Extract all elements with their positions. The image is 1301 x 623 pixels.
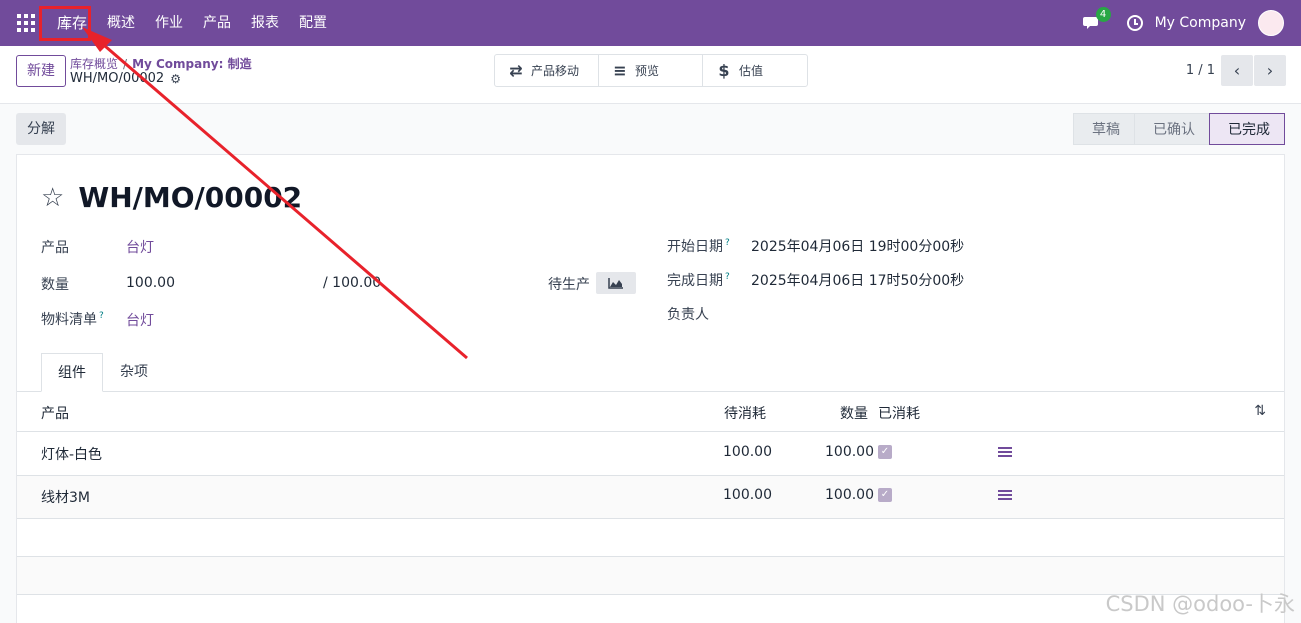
end-date-value[interactable]: 2025年04月06日 17时50分00秒 (751, 270, 964, 290)
consumed-checkbox[interactable]: ✓ (878, 445, 892, 459)
record-name: WH/MO/00002 ⚙ (70, 71, 181, 86)
optional-columns-icon[interactable]: ⇅ (1254, 403, 1266, 419)
start-date-label-row: 开始日期? (667, 236, 730, 256)
pager-previous-icon[interactable]: ‹ (1221, 55, 1253, 86)
column-to-consume[interactable]: 待消耗 (724, 403, 766, 423)
responsible-label: 负责人 (667, 307, 709, 323)
menu-operations[interactable]: 作业 (145, 0, 193, 46)
end-date-label-row: 完成日期? (667, 270, 730, 290)
new-button[interactable]: 新建 (16, 55, 66, 87)
product-moves-label: 产品移动 (531, 64, 580, 78)
quantity-label: 数量 (41, 277, 69, 293)
start-date-value[interactable]: 2025年04月06日 19时00分00秒 (751, 236, 964, 256)
row-to-consume: 100.00 (723, 444, 772, 460)
main-menu: 库存 概述 作业 产品 报表 配置 (47, 0, 337, 46)
user-avatar[interactable] (1258, 10, 1284, 36)
pending-label: 待生产 (548, 277, 590, 293)
navbar-systray: 4 My Company (1082, 7, 1284, 36)
exchange-icon: ⇄ (509, 61, 523, 80)
watermark: CSDN @odoo-卜永 (1105, 592, 1295, 616)
clock-icon[interactable] (1126, 15, 1143, 31)
area-chart-icon (608, 278, 623, 289)
end-date-label: 完成日期 (667, 273, 723, 289)
empty-row (17, 557, 1284, 595)
page-title: WH/MO/00002 (78, 181, 303, 214)
column-quantity[interactable]: 数量 (840, 403, 868, 423)
column-product[interactable]: 产品 (41, 403, 69, 423)
menu-overview[interactable]: 概述 (97, 0, 145, 46)
valuation-button[interactable]: $ 估值 (703, 55, 807, 86)
smart-buttons: ⇄ 产品移动 ≡ 预览 $ 估值 (494, 54, 808, 87)
row-quantity: 100.00 (825, 444, 874, 460)
company-switcher[interactable]: My Company (1155, 15, 1246, 31)
tab-miscellaneous[interactable]: 杂项 (105, 353, 163, 392)
row-product: 灯体-白色 (41, 447, 103, 463)
product-label: 产品 (41, 240, 69, 256)
empty-row (17, 519, 1284, 557)
dollar-icon: $ (718, 61, 730, 80)
consumed-checkbox[interactable]: ✓ (878, 488, 892, 502)
menu-products[interactable]: 产品 (193, 0, 241, 46)
unbuild-button[interactable]: 分解 (16, 113, 66, 145)
end-date-help-icon[interactable]: ? (725, 272, 730, 282)
breadcrumb-inventory-overview[interactable]: 库存概览 (70, 57, 118, 71)
row-to-consume: 100.00 (723, 487, 772, 503)
overview-button[interactable]: ≡ 预览 (599, 55, 703, 86)
apps-menu-icon[interactable] (17, 14, 35, 32)
breadcrumb-separator: / (123, 57, 128, 71)
bom-label-row: 物料清单? (41, 309, 104, 329)
product-moves-button[interactable]: ⇄ 产品移动 (495, 55, 599, 86)
start-date-label: 开始日期 (667, 239, 723, 255)
message-count-badge: 4 (1095, 7, 1111, 22)
table-row[interactable]: 灯体-白色 100.00 100.00 ✓ (17, 433, 1284, 476)
detail-list-icon[interactable] (998, 447, 1012, 459)
menu-inventory[interactable]: 库存 (47, 0, 97, 46)
menu-configuration[interactable]: 配置 (289, 0, 337, 46)
top-navbar: 库存 概述 作业 产品 报表 配置 4 My Company (0, 0, 1301, 46)
quantity-total: / 100.00 (323, 275, 382, 291)
bom-help-icon[interactable]: ? (99, 311, 104, 321)
menu-reporting[interactable]: 报表 (241, 0, 289, 46)
tab-components[interactable]: 组件 (41, 353, 103, 392)
quantity-value[interactable]: 100.00 (126, 275, 175, 291)
bom-label: 物料清单 (41, 312, 97, 328)
start-date-help-icon[interactable]: ? (725, 238, 730, 248)
row-quantity: 100.00 (825, 487, 874, 503)
breadcrumb: 库存概览 / My Company: 制造 (70, 55, 252, 72)
gear-icon[interactable]: ⚙ (170, 72, 181, 86)
valuation-label: 估值 (739, 64, 764, 78)
bom-value[interactable]: 台灯 (126, 310, 154, 330)
form-sheet: ☆ WH/MO/00002 产品 台灯 数量 100.00 / 100.00 物… (16, 154, 1285, 623)
table-header: 产品 待消耗 数量 已消耗 ⇅ (17, 392, 1284, 432)
row-product: 线材3M (41, 490, 90, 506)
star-icon[interactable]: ☆ (41, 185, 64, 211)
table-row[interactable]: 线材3M 100.00 100.00 ✓ (17, 476, 1284, 519)
status-draft[interactable]: 草稿 (1073, 113, 1135, 145)
breadcrumb-manufacturing[interactable]: My Company: 制造 (132, 57, 252, 71)
chart-button[interactable] (596, 272, 636, 294)
notebook-tabs: 组件 杂项 (17, 353, 1284, 392)
status-confirmed[interactable]: 已确认 (1134, 113, 1210, 145)
status-bar: 草稿 已确认 已完成 (1073, 113, 1285, 145)
title-row: ☆ WH/MO/00002 (41, 181, 302, 214)
record-name-text: WH/MO/00002 (70, 71, 165, 86)
column-consumed[interactable]: 已消耗 (878, 403, 920, 423)
pager-next-icon[interactable]: › (1254, 55, 1286, 86)
product-value[interactable]: 台灯 (126, 237, 154, 257)
bars-icon: ≡ (613, 61, 627, 80)
overview-label: 预览 (635, 64, 660, 78)
status-done[interactable]: 已完成 (1209, 113, 1285, 145)
chat-icon[interactable]: 4 (1082, 7, 1111, 31)
control-panel: 新建 库存概览 / My Company: 制造 WH/MO/00002 ⚙ ⇄ 产… (0, 46, 1301, 104)
detail-list-icon[interactable] (998, 490, 1012, 502)
pager-value[interactable]: 1 / 1 (1186, 63, 1215, 78)
